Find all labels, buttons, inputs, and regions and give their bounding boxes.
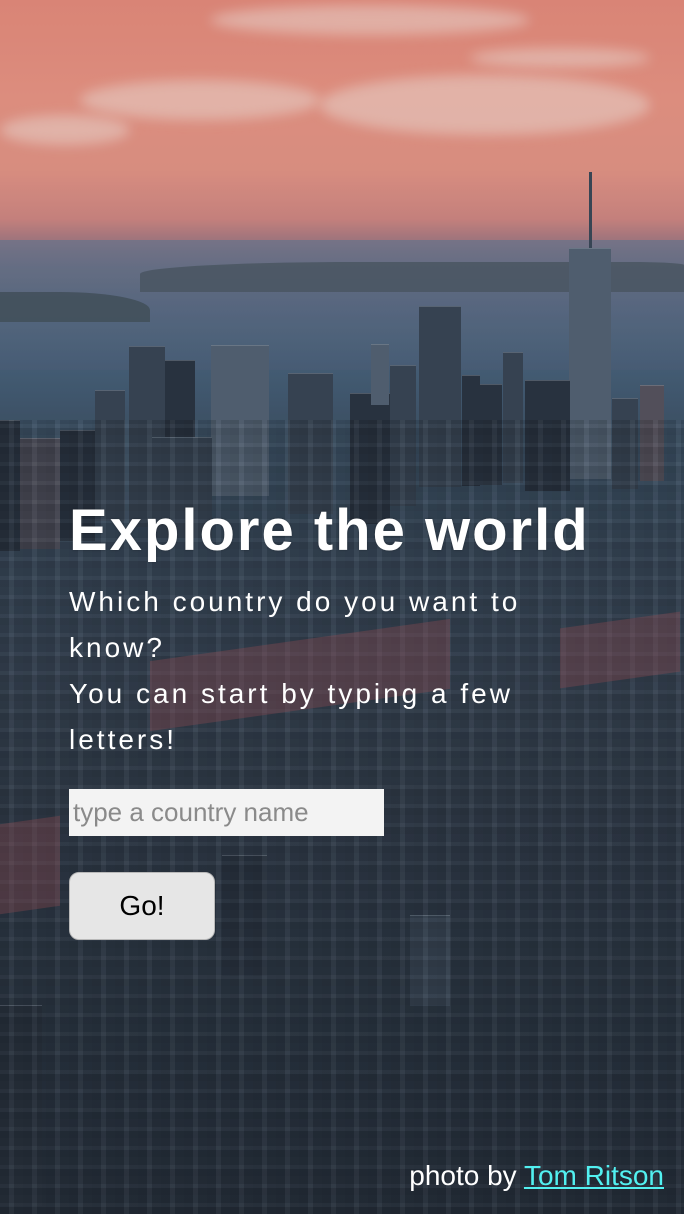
photo-credit: photo by Tom Ritson <box>409 1160 664 1192</box>
page-title: Explore the world <box>69 498 590 563</box>
hero-content: Explore the world Which country do you w… <box>69 497 649 940</box>
credit-prefix: photo by <box>409 1160 517 1191</box>
subtitle-line-1: Which country do you want to know? <box>69 586 521 663</box>
photographer-link[interactable]: Tom Ritson <box>524 1160 664 1191</box>
subtitle-line-2: You can start by typing a few letters! <box>69 678 513 755</box>
page-edge <box>684 0 696 1216</box>
country-search-input[interactable] <box>69 789 384 836</box>
background-photo: Explore the world Which country do you w… <box>0 0 684 1214</box>
subtitle: Which country do you want to know? You c… <box>69 579 569 763</box>
go-button[interactable]: Go! <box>69 872 215 940</box>
